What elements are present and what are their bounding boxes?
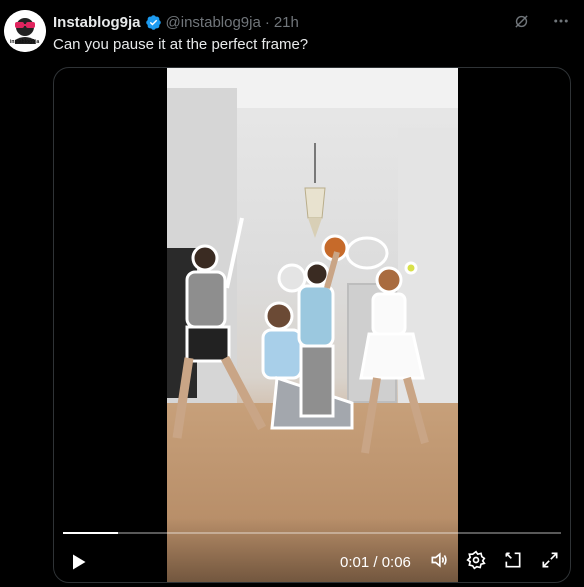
verified-badge-icon[interactable] [145, 14, 162, 31]
settings-gear-icon[interactable] [466, 550, 486, 570]
tweet-text: Can you pause it at the perfect frame? [53, 36, 309, 53]
user-handle[interactable]: @instablog9ja [166, 14, 261, 31]
separator-dot: · [264, 13, 270, 31]
display-name[interactable]: Instablog9ja [53, 14, 141, 31]
more-icon[interactable] [552, 12, 570, 30]
avatar[interactable]: instablog9ja [4, 10, 46, 52]
video-time: 0:01 / 0:06 [340, 554, 411, 571]
video-player[interactable]: 0:01 / 0:06 [53, 67, 571, 583]
player-right-controls [429, 550, 560, 570]
post-time[interactable]: 21h [274, 14, 299, 31]
fullscreen-icon[interactable] [540, 550, 560, 570]
dancers-image [172, 217, 429, 454]
play-icon[interactable] [68, 552, 88, 572]
avatar-logo-icon [4, 10, 46, 52]
tweet-actions-top [512, 12, 570, 30]
grok-icon[interactable] [512, 12, 530, 30]
picture-in-picture-icon[interactable] [503, 550, 523, 570]
video-progress-fill [63, 532, 118, 534]
video-frame[interactable] [167, 68, 458, 582]
volume-icon[interactable] [429, 550, 449, 570]
avatar-label: instablog9ja [10, 39, 40, 45]
tweet: instablog9ja Instablog9ja @instablog9ja … [0, 0, 584, 587]
tweet-header: Instablog9ja @instablog9ja · 21h [53, 12, 544, 32]
video-progress-bar[interactable] [63, 532, 561, 534]
